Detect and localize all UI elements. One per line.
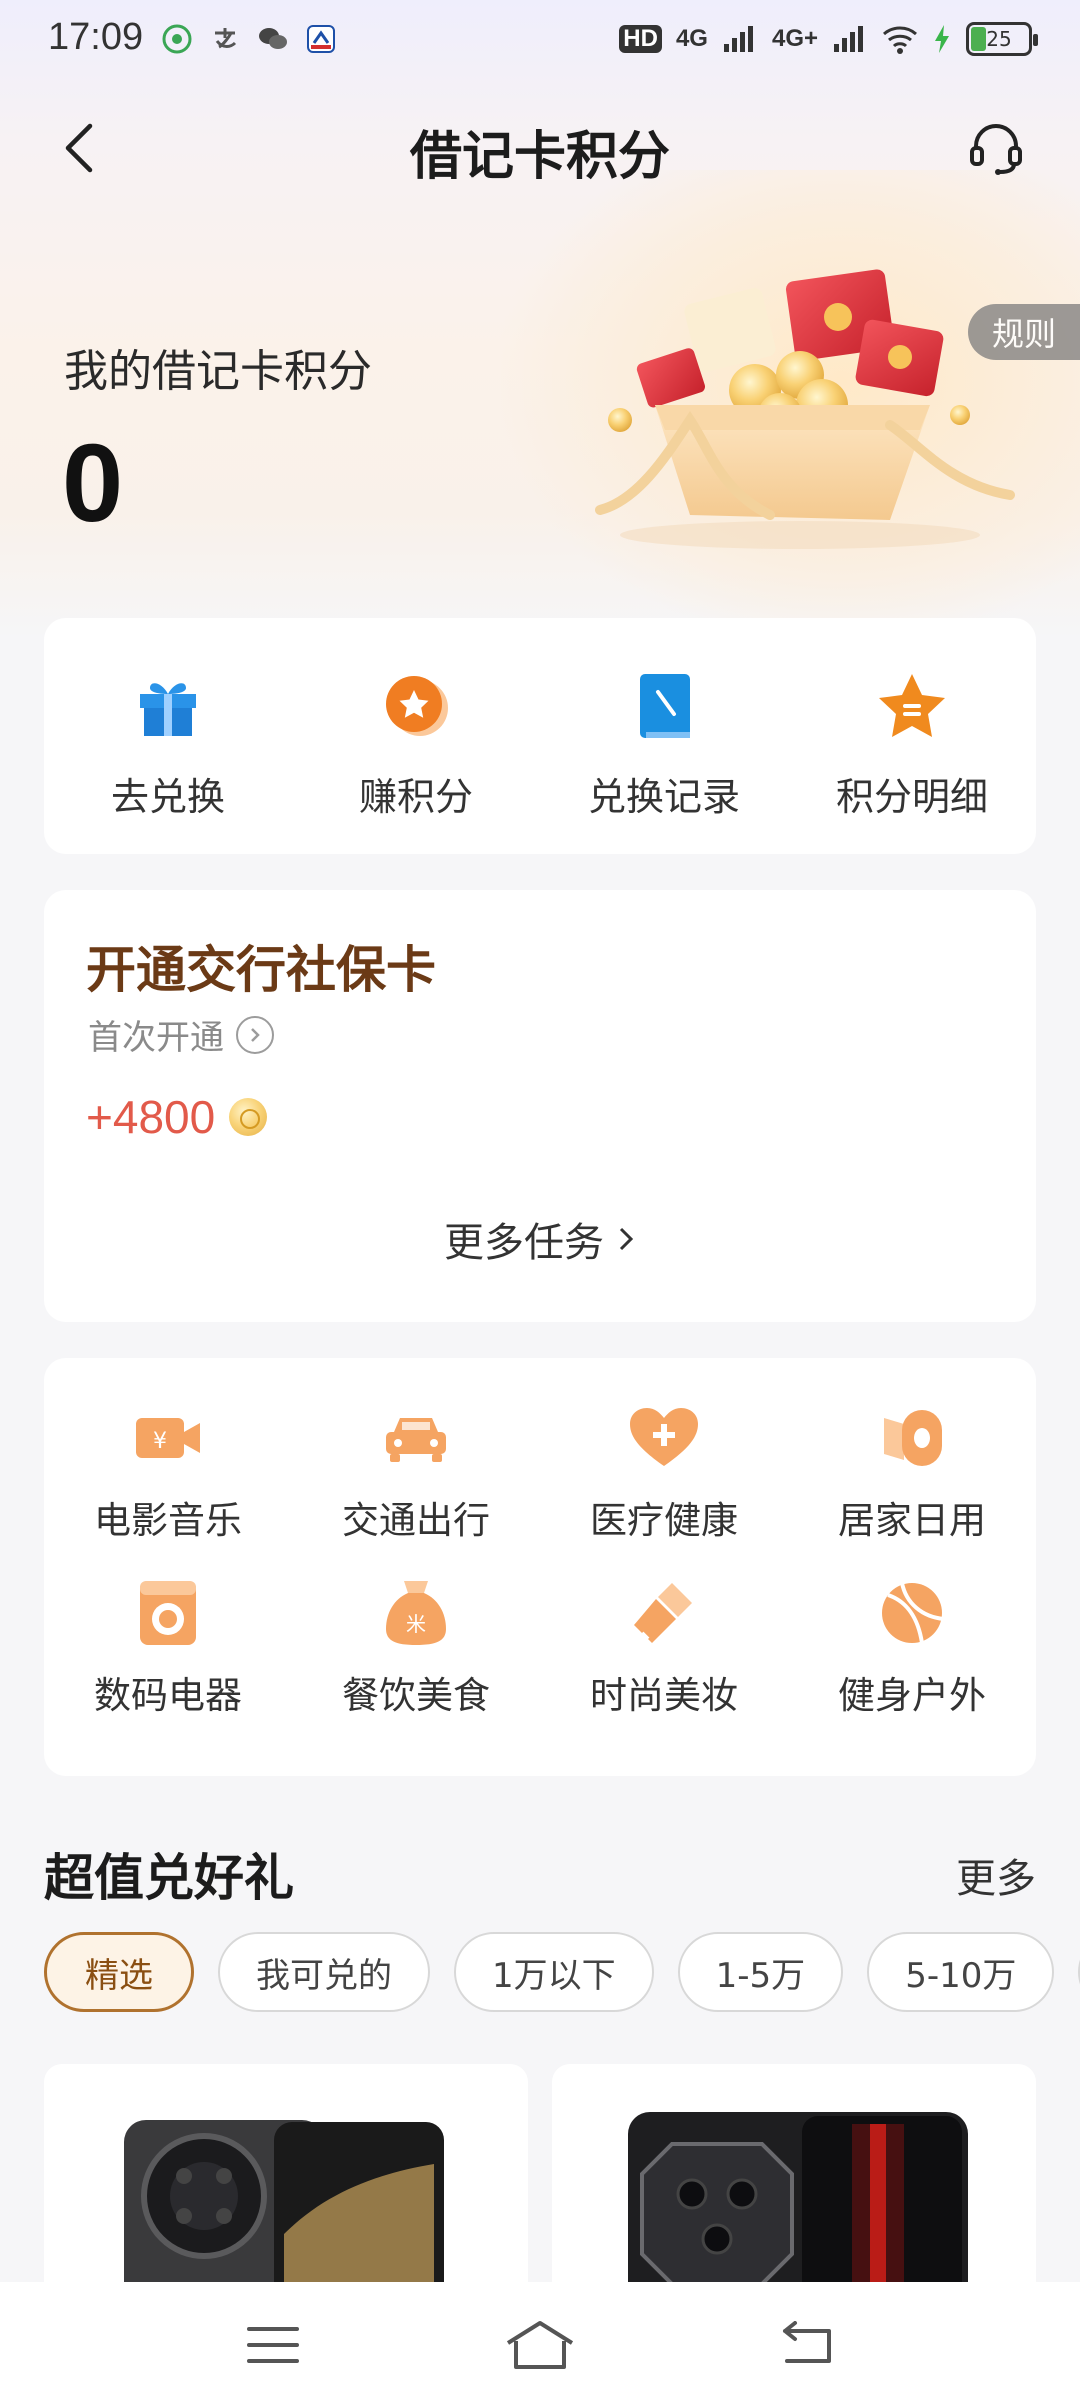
task-points: +4800: [86, 1091, 216, 1143]
category-label: 餐饮美食: [342, 1674, 490, 1717]
bank-app-icon: [304, 22, 338, 56]
network-label-1: 4G: [675, 25, 708, 52]
signal-icon-2: [834, 26, 863, 52]
task-subtitle: 首次开通: [88, 1018, 224, 1058]
system-nav-bar: [0, 2282, 1080, 2408]
task-subtitle-row[interactable]: 首次开通: [88, 1010, 274, 1059]
wifi-icon: [883, 26, 917, 54]
back-icon: [782, 2321, 831, 2363]
quick-action-label: 兑换记录: [587, 775, 740, 819]
category-household[interactable]: 居家日用: [788, 1402, 1036, 1577]
gift-icon: [130, 668, 206, 744]
filter-chip-featured[interactable]: 精选: [44, 1932, 194, 2012]
category-label: 电影音乐: [94, 1499, 242, 1542]
category-beauty[interactable]: 时尚美妆: [540, 1577, 788, 1752]
phone-product-image-1: [124, 2120, 444, 2294]
screen: 17:09 HD 4G 4G+ 25 借记卡积分 我的借记卡积分 0 规则 去兑…: [0, 0, 1080, 2408]
tissue-roll-icon: [876, 1402, 948, 1474]
task-points-row: +4800: [86, 1090, 268, 1144]
car-icon: [380, 1402, 452, 1474]
filter-chip-under-10k[interactable]: 1万以下: [454, 1932, 654, 2012]
category-label: 时尚美妆: [590, 1674, 738, 1717]
ball-icon: [876, 1577, 948, 1649]
nav-bar: 借记卡积分: [0, 100, 1080, 196]
heart-plus-icon: [628, 1402, 700, 1474]
quick-actions-card: 去兑换 赚积分 兑换记录 积分明细: [44, 618, 1036, 854]
filter-chip-50k-100k[interactable]: 5-10万: [867, 1932, 1055, 2012]
points-label: 我的借记卡积分: [64, 346, 372, 397]
quick-action-label: 去兑换: [110, 775, 225, 819]
svg-text:米: 米: [406, 1612, 426, 1636]
task-card: 开通交行社保卡 首次开通 +4800 更多任务: [44, 890, 1036, 1322]
gifts-section-title: 超值兑好礼: [44, 1849, 294, 1907]
category-food[interactable]: 米 餐饮美食: [292, 1577, 540, 1752]
quick-action-earn[interactable]: 赚积分: [292, 618, 540, 854]
category-label: 健身户外: [838, 1674, 986, 1717]
filter-chip-10k-50k[interactable]: 1-5万: [677, 1932, 844, 2012]
task-title[interactable]: 开通交行社保卡: [86, 930, 436, 1002]
quick-action-label: 赚积分: [358, 775, 473, 819]
home-button[interactable]: [500, 2305, 580, 2385]
more-tasks-link[interactable]: 更多任务: [44, 1210, 1036, 1268]
category-label: 居家日用: [838, 1499, 986, 1542]
battery-level: 25: [986, 27, 1012, 51]
filter-chip-affordable[interactable]: 我可兑的: [218, 1932, 430, 2012]
gift-filter-chips: 精选 我可兑的 1万以下 1-5万 5-10万: [44, 1932, 1080, 2012]
points-value: 0: [62, 422, 124, 545]
coin-icon: [229, 1098, 268, 1136]
chevron-right-circle-icon: [236, 1015, 274, 1054]
record-icon: [626, 668, 702, 744]
quick-action-details[interactable]: 积分明细: [788, 618, 1036, 854]
menu-icon: [247, 2327, 300, 2363]
star-detail-icon: [874, 668, 950, 744]
quick-action-label: 积分明细: [835, 775, 988, 819]
signal-icon: [723, 26, 753, 52]
category-movies-music[interactable]: ¥ 电影音乐: [44, 1402, 292, 1577]
category-fitness[interactable]: 健身户外: [788, 1577, 1036, 1752]
category-label: 数码电器: [94, 1674, 242, 1717]
movie-camera-icon: ¥: [132, 1402, 204, 1474]
headset-icon: [970, 123, 1022, 175]
product-card-2[interactable]: [552, 2064, 1036, 2294]
android-app-icon: [160, 22, 194, 56]
status-bar: 17:09 HD 4G 4G+ 25: [0, 0, 1080, 80]
phone-product-image-2: [628, 2112, 968, 2294]
quick-action-redeem[interactable]: 去兑换: [44, 618, 292, 854]
category-health[interactable]: 医疗健康: [540, 1402, 788, 1577]
lipstick-icon: [628, 1577, 700, 1649]
more-tasks-label: 更多任务: [444, 1220, 604, 1266]
home-icon: [506, 2321, 574, 2369]
gifts-more-link[interactable]: 更多: [956, 1846, 1036, 1904]
product-card-1[interactable]: [44, 2064, 528, 2294]
system-back-button[interactable]: [767, 2305, 847, 2385]
categories-card: ¥ 电影音乐 交通出行 医疗健康 居家日用 数码电器 米 餐饮美食 时尚美妆 健…: [44, 1358, 1036, 1776]
charging-icon: [935, 25, 949, 53]
category-transport[interactable]: 交通出行: [292, 1402, 540, 1577]
category-electronics[interactable]: 数码电器: [44, 1577, 292, 1752]
gift-box-illustration: [595, 269, 1015, 549]
network-label-2: 4G+: [771, 25, 818, 52]
chevron-right-icon: [619, 1227, 634, 1251]
svg-text:¥: ¥: [153, 1429, 167, 1454]
category-label: 交通出行: [342, 1499, 490, 1542]
washing-machine-icon: [132, 1577, 204, 1649]
battery-fill: [971, 27, 986, 51]
star-coin-icon: [378, 668, 454, 744]
alipay-icon: [208, 22, 242, 56]
menu-button[interactable]: [233, 2305, 313, 2385]
hd-icon: HD: [619, 25, 662, 53]
wechat-icon: [256, 22, 290, 56]
status-notification-icons: [160, 22, 338, 56]
battery-icon: 25: [966, 22, 1038, 56]
category-label: 医疗健康: [590, 1499, 738, 1542]
rice-bag-icon: 米: [380, 1577, 452, 1649]
page-title: 借记卡积分: [409, 127, 670, 187]
customer-service-button[interactable]: [962, 114, 1030, 182]
quick-action-history[interactable]: 兑换记录: [540, 618, 788, 854]
status-system-icons: HD 4G 4G+ 25: [619, 22, 1038, 56]
status-time: 17:09: [48, 16, 144, 58]
